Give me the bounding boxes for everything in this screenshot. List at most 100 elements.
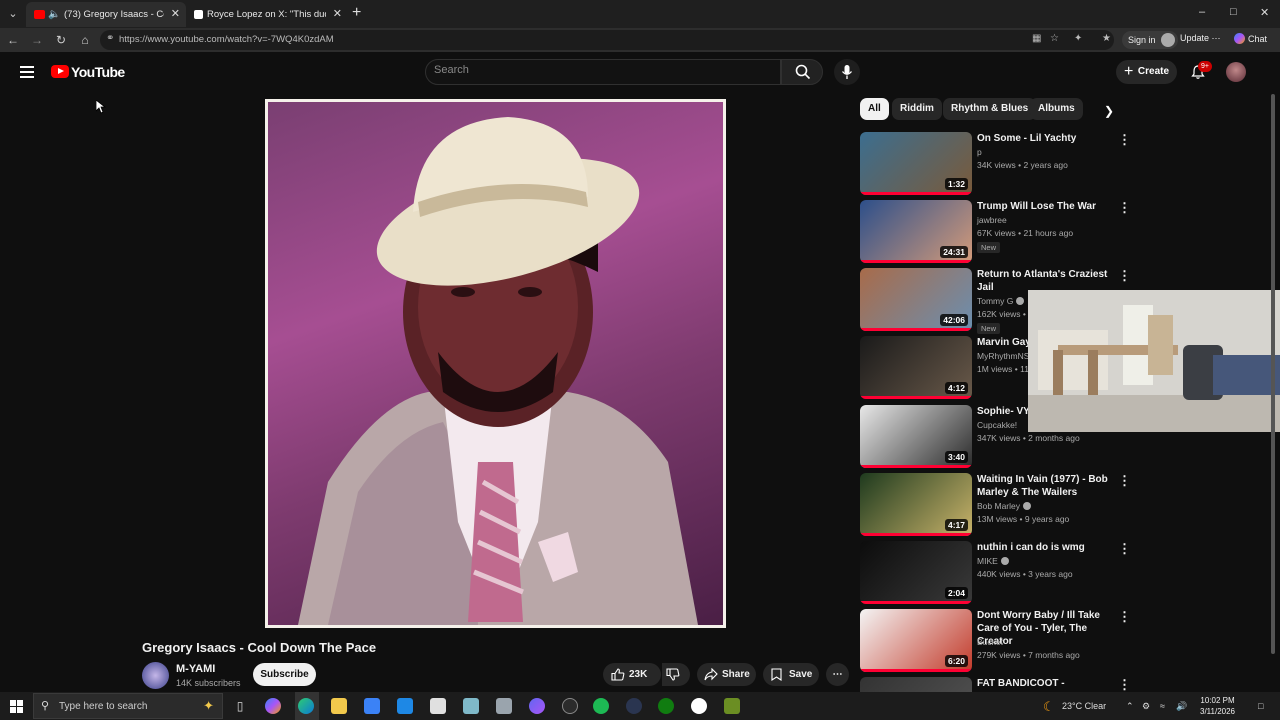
- recommendation-channel[interactable]: Cupcakke!: [977, 420, 1017, 430]
- more-vertical-icon[interactable]: ⋮: [1118, 473, 1131, 489]
- taskbar-search[interactable]: ⚲ Type here to search ✦: [33, 693, 223, 719]
- recommendation-channel[interactable]: Tommy G: [977, 296, 1025, 306]
- xbox-icon[interactable]: [658, 698, 674, 714]
- chip-rhythm-blues[interactable]: Rhythm & Blues: [943, 98, 1037, 120]
- chip-albums[interactable]: Albums: [1030, 98, 1083, 120]
- task-view-icon[interactable]: ▯: [232, 698, 248, 714]
- copilot-icon[interactable]: [265, 698, 281, 714]
- search-box[interactable]: [425, 59, 781, 85]
- channel-avatar[interactable]: [142, 662, 169, 689]
- recommendation-item[interactable]: 1:32 On Some - Lil Yachty p 34K views • 2 y…: [860, 132, 1132, 196]
- video-thumbnail[interactable]: 24:31: [860, 200, 972, 263]
- menu-icon[interactable]: [20, 66, 34, 81]
- recommendation-channel[interactable]: MIKE: [977, 556, 1009, 566]
- tray-chevron-up-icon[interactable]: ⌃: [1126, 701, 1134, 712]
- weather-text[interactable]: 23°C Clear: [1062, 701, 1106, 711]
- file-explorer-icon[interactable]: [331, 698, 347, 714]
- tab-youtube[interactable]: 🔈 (73) Gregory Isaacs - Cool Do ✕: [26, 2, 186, 27]
- recommendation-item[interactable]: 24:31 Trump Will Lose The War jawbree 67K v…: [860, 200, 1132, 264]
- address-bar[interactable]: ⚭ https://www.youtube.com/watch?v=-7WQ4K…: [100, 30, 1114, 50]
- tab-x[interactable]: Royce Lopez on X: "This dude liv ✕: [188, 2, 348, 27]
- chip-all[interactable]: All: [860, 98, 889, 120]
- chrome-icon[interactable]: [691, 698, 707, 714]
- spotify-icon[interactable]: [593, 698, 609, 714]
- recommendation-channel[interactable]: p: [977, 147, 982, 157]
- speaker-icon[interactable]: 🔈: [48, 2, 60, 27]
- recommendation-item[interactable]: 6:20 Dont Worry Baby / Ill Take Care of Y…: [860, 609, 1132, 673]
- recommendation-channel[interactable]: MyRhythmNS: [977, 351, 1029, 361]
- wifi-icon[interactable]: ≈: [1160, 701, 1165, 711]
- recommendation-item[interactable]: 2:04 nuthin i can do is wmg MIKE 440K views…: [860, 541, 1132, 605]
- video-thumbnail[interactable]: 2:04: [860, 541, 972, 604]
- close-tab-icon[interactable]: ✕: [171, 2, 180, 27]
- notification-center-icon[interactable]: □: [1258, 701, 1263, 711]
- recommendation-channel[interactable]: Bucket: [977, 637, 1003, 647]
- maximize-icon[interactable]: □: [1230, 6, 1237, 18]
- more-vertical-icon[interactable]: ⋮: [1118, 677, 1131, 693]
- favorite-star-icon[interactable]: ☆: [1050, 33, 1059, 44]
- video-thumbnail[interactable]: 4:17: [860, 473, 972, 536]
- discord-icon[interactable]: [529, 698, 545, 714]
- more-vertical-icon[interactable]: ⋮: [1118, 200, 1131, 216]
- recommendation-title[interactable]: nuthin i can do is wmg: [977, 541, 1112, 554]
- app-icon-3[interactable]: [562, 698, 578, 714]
- more-actions-button[interactable]: ⋯: [826, 663, 849, 686]
- scrollbar-thumb[interactable]: [1271, 94, 1275, 654]
- video-thumbnail[interactable]: 3:40: [860, 405, 972, 468]
- recommendation-title[interactable]: Trump Will Lose The War: [977, 200, 1112, 213]
- more-vertical-icon[interactable]: ⋮: [1118, 541, 1131, 557]
- account-avatar[interactable]: [1226, 62, 1246, 82]
- search-input[interactable]: [434, 64, 764, 76]
- sign-in-button[interactable]: Sign in: [1122, 31, 1178, 49]
- app-available-icon[interactable]: ▦: [1032, 33, 1041, 44]
- recommendation-channel[interactable]: jawbree: [977, 215, 1007, 225]
- recommendation-title[interactable]: Waiting In Vain (1977) - Bob Marley & Th…: [977, 473, 1112, 499]
- create-button[interactable]: + Create: [1116, 60, 1177, 84]
- chip-riddim[interactable]: Riddim: [892, 98, 942, 120]
- page-scrollbar[interactable]: [1270, 92, 1276, 690]
- video-frame-portrait[interactable]: [268, 102, 723, 625]
- more-vertical-icon[interactable]: ⋮: [1118, 268, 1131, 284]
- edge-icon[interactable]: [298, 698, 314, 714]
- recommendation-channel[interactable]: Bob Marley: [977, 501, 1031, 511]
- video-player[interactable]: [265, 99, 726, 628]
- forward-icon[interactable]: →: [28, 31, 46, 49]
- tab-list-button[interactable]: ⌄: [4, 4, 22, 24]
- search-button[interactable]: [781, 59, 823, 85]
- more-vertical-icon[interactable]: ⋮: [1118, 609, 1131, 625]
- refresh-icon[interactable]: ↻: [52, 31, 70, 49]
- store-icon[interactable]: [364, 698, 380, 714]
- copilot-chat-button[interactable]: Chat: [1234, 33, 1267, 44]
- outlook-icon[interactable]: [397, 698, 413, 714]
- game-icon[interactable]: [724, 698, 740, 714]
- subscribe-button[interactable]: Subscribe: [253, 663, 316, 686]
- app-icon-4[interactable]: [626, 698, 642, 714]
- video-thumbnail[interactable]: 42:06: [860, 268, 972, 331]
- url-text[interactable]: https://www.youtube.com/watch?v=-7WQ4K0z…: [119, 34, 334, 45]
- close-window-icon[interactable]: ✕: [1260, 6, 1269, 19]
- channel-name[interactable]: M-YAMI: [176, 663, 215, 675]
- more-vertical-icon[interactable]: ⋮: [1118, 132, 1131, 148]
- chevron-right-icon[interactable]: ❯: [1104, 104, 1114, 118]
- lock-icon[interactable]: ⚭: [106, 33, 114, 44]
- video-thumbnail[interactable]: 6:20: [860, 609, 972, 672]
- video-thumbnail[interactable]: 4:12: [860, 336, 972, 399]
- back-icon[interactable]: ←: [4, 31, 22, 49]
- recommendation-item[interactable]: 4:17 Waiting In Vain (1977) - Bob Marley …: [860, 473, 1132, 537]
- share-button[interactable]: Share: [697, 663, 756, 686]
- save-button[interactable]: Save: [763, 663, 819, 686]
- system-clock[interactable]: 10:02 PM 3/11/2026: [1200, 695, 1235, 717]
- video-thumbnail[interactable]: 1:32: [860, 132, 972, 195]
- notepad-icon[interactable]: [430, 698, 446, 714]
- dislike-button[interactable]: [662, 663, 690, 686]
- favorites-icon[interactable]: ★: [1102, 33, 1111, 44]
- app-icon-2[interactable]: [496, 698, 512, 714]
- volume-icon[interactable]: 🔊: [1176, 701, 1187, 712]
- minimize-icon[interactable]: –: [1199, 6, 1205, 18]
- update-button[interactable]: Update ⋯: [1180, 33, 1221, 44]
- voice-search-button[interactable]: [834, 59, 860, 85]
- like-button[interactable]: 23K: [603, 663, 661, 686]
- home-icon[interactable]: ⌂: [76, 31, 94, 49]
- app-icon[interactable]: [463, 698, 479, 714]
- extensions-icon[interactable]: ✦: [1074, 33, 1082, 44]
